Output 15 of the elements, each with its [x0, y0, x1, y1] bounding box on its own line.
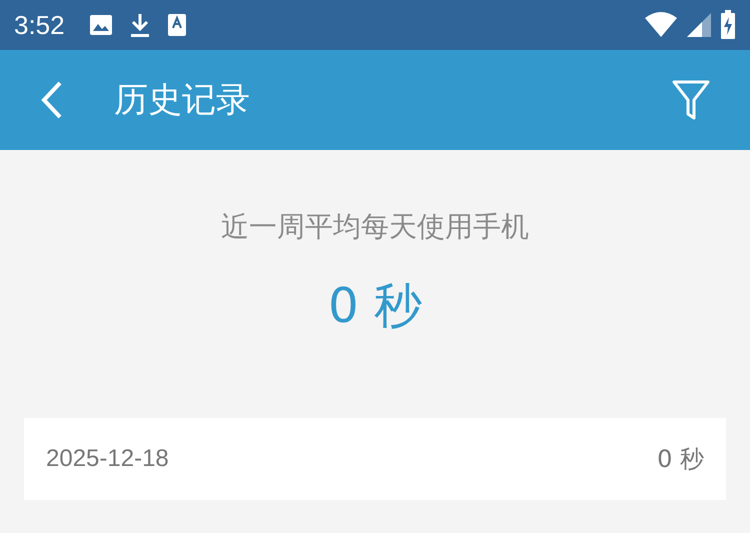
status-time: 3:52: [14, 8, 65, 42]
keyboard-icon: [166, 13, 187, 37]
download-icon: [128, 12, 151, 38]
record-row[interactable]: 2025-12-18 0 秒: [24, 418, 726, 500]
record-duration: 0 秒: [657, 444, 704, 475]
record-date: 2025-12-18: [46, 444, 169, 474]
image-icon: [88, 14, 113, 36]
back-icon[interactable]: [40, 80, 64, 120]
signal-icon: [686, 12, 712, 38]
battery-icon: [720, 10, 736, 40]
page-title: 历史记录: [114, 78, 250, 122]
filter-icon[interactable]: [672, 80, 710, 120]
summary-label: 近一周平均每天使用手机: [220, 209, 530, 245]
summary-value: 0 秒: [328, 277, 422, 336]
wifi-icon: [644, 12, 678, 38]
